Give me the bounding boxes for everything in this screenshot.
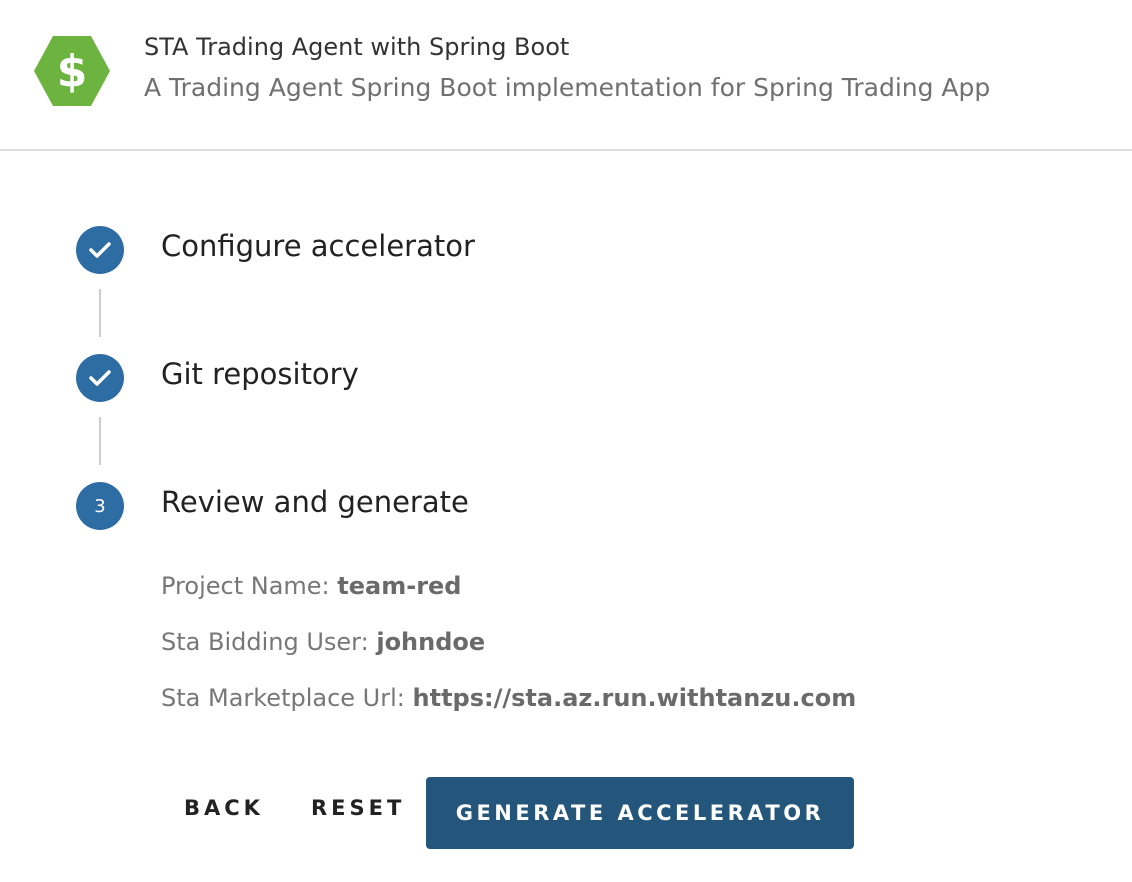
step-connector	[99, 417, 101, 465]
review-value: team-red	[337, 572, 462, 600]
review-label: Project Name:	[161, 572, 330, 600]
step-3-label: Review and generate	[161, 485, 469, 519]
review-label: Sta Bidding User:	[161, 628, 369, 656]
step-connector	[99, 289, 101, 337]
reset-button[interactable]: RESET	[311, 796, 405, 820]
review-bidding-user: Sta Bidding User: johndoe	[161, 628, 485, 656]
accelerator-title: STA Trading Agent with Spring Boot	[144, 33, 570, 61]
accelerator-description: A Trading Agent Spring Boot implementati…	[144, 73, 991, 102]
step-2-label[interactable]: Git repository	[161, 357, 359, 391]
dollar-hexagon-icon: $	[34, 36, 110, 106]
step-3-number-indicator: 3	[76, 482, 124, 530]
accelerator-header: $ STA Trading Agent with Spring Boot A T…	[0, 0, 1132, 151]
generate-accelerator-button[interactable]: GENERATE ACCELERATOR	[426, 777, 854, 849]
step-2-complete-indicator	[76, 354, 124, 402]
review-value: johndoe	[376, 628, 486, 656]
review-value: https://sta.az.run.withtanzu.com	[412, 684, 857, 712]
step-1-label[interactable]: Configure accelerator	[161, 229, 475, 263]
logo-symbol: $	[57, 46, 88, 97]
review-marketplace-url: Sta Marketplace Url: https://sta.az.run.…	[161, 684, 856, 712]
review-project-name: Project Name: team-red	[161, 572, 462, 600]
check-icon	[89, 370, 111, 386]
back-button[interactable]: BACK	[184, 796, 264, 820]
step-1-complete-indicator	[76, 226, 124, 274]
review-label: Sta Marketplace Url:	[161, 684, 405, 712]
check-icon	[89, 242, 111, 258]
